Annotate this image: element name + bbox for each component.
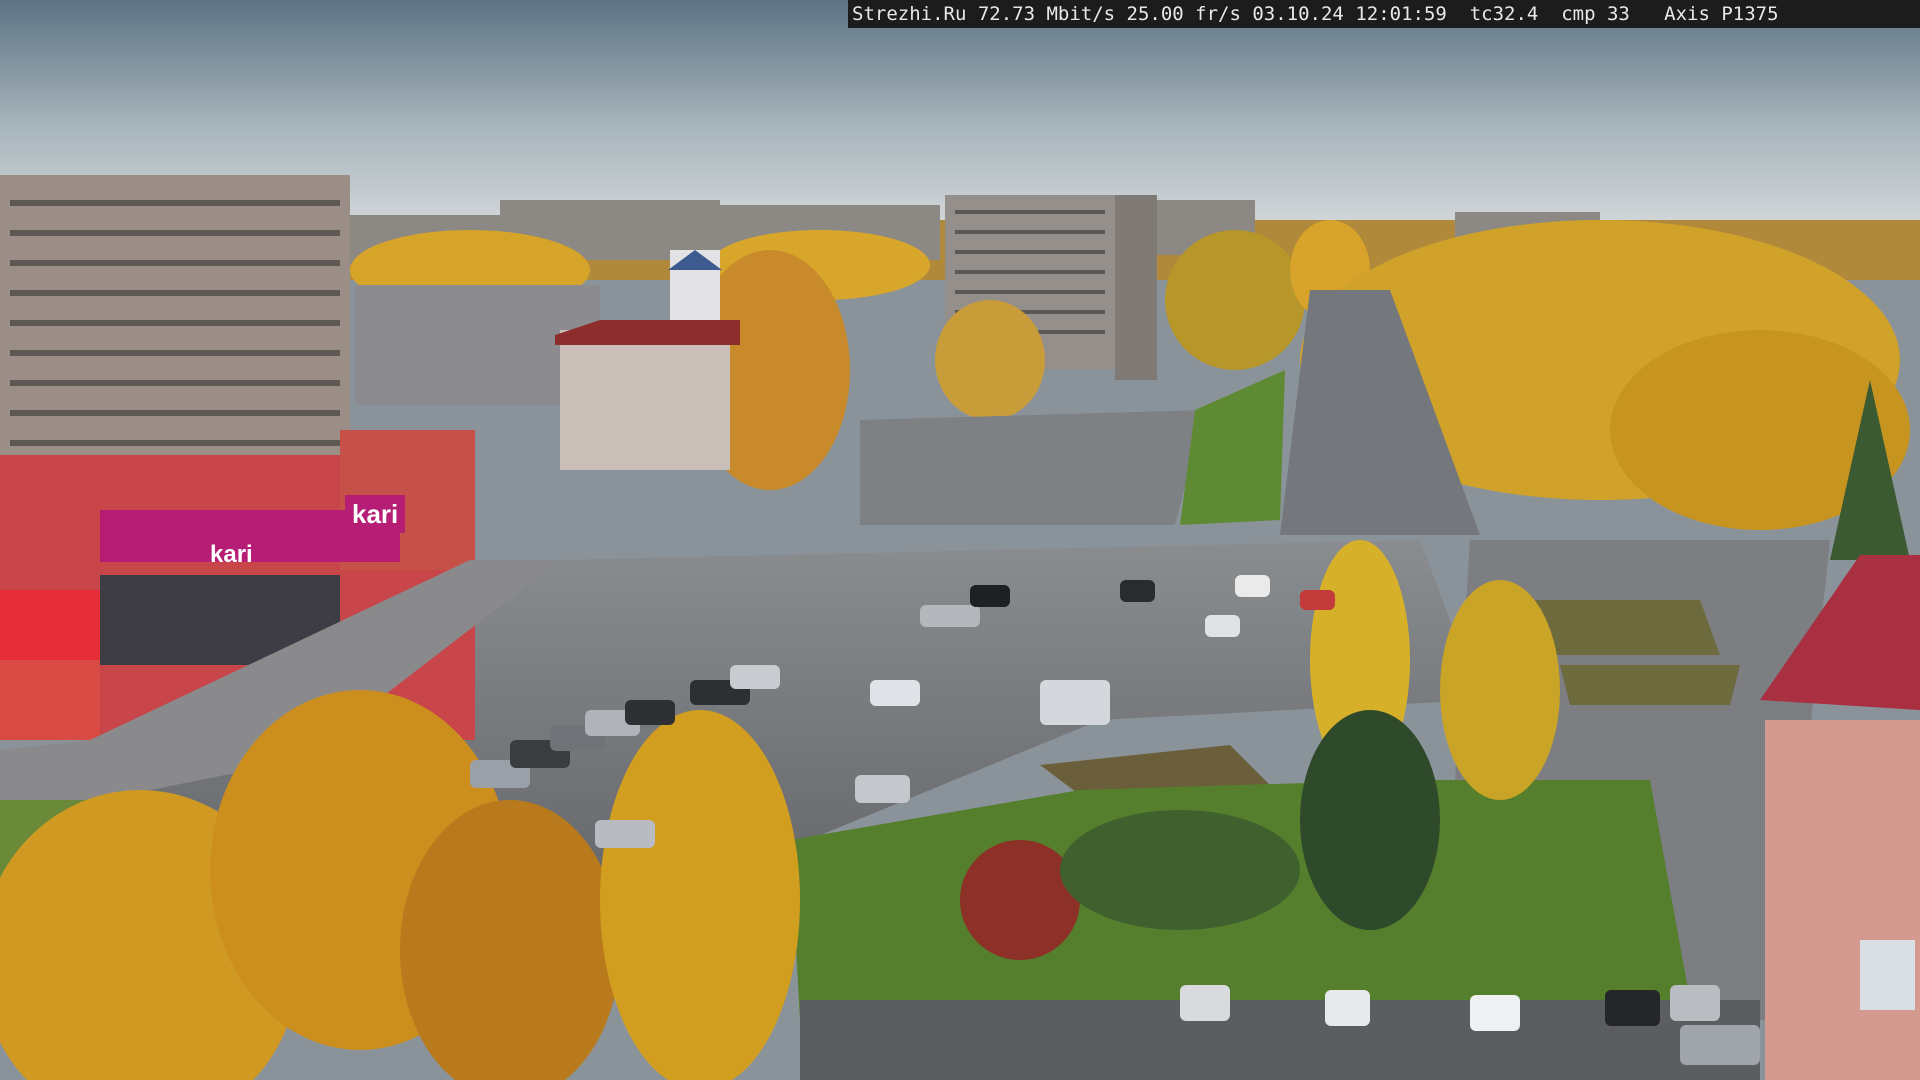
flower-bed-upper	[1530, 600, 1720, 655]
store-logo-small: kari	[210, 541, 253, 568]
store-logo: kari	[352, 499, 398, 529]
flower-bed-lower	[1560, 665, 1740, 705]
central-plaza	[860, 410, 1205, 525]
webcam-scene: kari kari	[0, 0, 1920, 1080]
camera-status-overlay: Strezhi.Ru 72.73 Mbit/s 25.00 fr/s 03.10…	[848, 0, 1920, 28]
grass-median	[1180, 370, 1285, 525]
